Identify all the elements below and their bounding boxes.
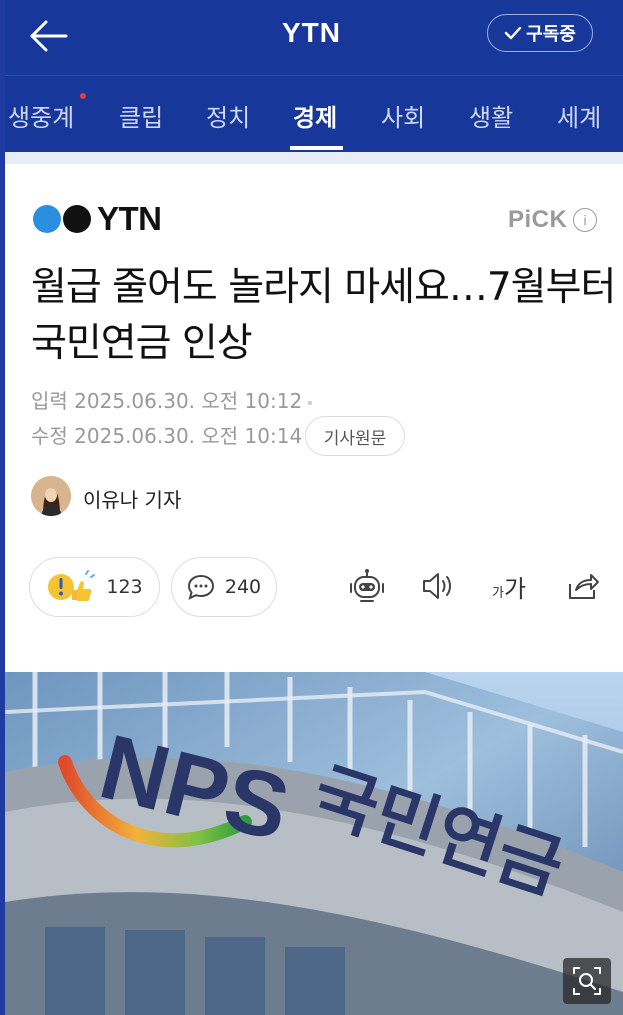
publisher-name: YTN	[97, 200, 162, 237]
font-size-button[interactable]: 가가	[489, 566, 529, 606]
pick-label: PiCK	[508, 206, 568, 233]
ai-summary-button[interactable]	[347, 566, 387, 606]
tab-live[interactable]: 생중계	[8, 98, 74, 133]
tab-life[interactable]: 생활	[469, 98, 513, 133]
comment-button[interactable]: 240	[171, 557, 277, 617]
reporter-name[interactable]: 이유나 기자	[83, 484, 181, 513]
info-icon: i	[573, 208, 598, 232]
publisher-logo[interactable]: YTN	[33, 200, 162, 237]
checkmark-icon	[504, 26, 522, 40]
tab-clip[interactable]: 클립	[119, 98, 163, 133]
tab-economy[interactable]: 경제	[293, 98, 337, 133]
original-article-button[interactable]: 기사원문	[305, 416, 405, 456]
input-time: 2025.06.30. 오전 10:12	[74, 389, 303, 413]
comment-count: 240	[224, 576, 262, 598]
input-time-line: 입력 2025.06.30. 오전 10:12	[31, 385, 313, 414]
article-headline: 월급 줄어도 놀라지 마세요…7월부터 국민연금 인상	[31, 265, 616, 366]
logo-black-dot	[63, 205, 91, 233]
edit-time: 2025.06.30. 오전 10:14	[74, 424, 303, 448]
input-label: 입력	[31, 389, 68, 413]
robot-icon	[350, 569, 384, 602]
person-photo-icon	[31, 476, 71, 516]
tab-politics[interactable]: 정치	[206, 98, 250, 133]
share-icon	[569, 574, 599, 599]
image-zoom-button[interactable]	[563, 958, 611, 1004]
reaction-button[interactable]: 123	[29, 557, 160, 617]
speaker-icon	[423, 573, 451, 599]
nps-building-image: NPS 국민연금	[5, 672, 623, 1015]
tab-world[interactable]: 세계	[557, 98, 601, 133]
edit-label: 수정	[31, 424, 68, 448]
category-tabs: 생중계 클립 정치 경제 사회 생활 세계	[0, 75, 623, 152]
subscribe-button[interactable]: 구독중	[487, 14, 593, 52]
article-card: YTN PiCK i 월급 줄어도 놀라지 마세요…7월부터 국민연금 인상 입…	[5, 164, 623, 672]
share-button[interactable]	[563, 566, 603, 606]
subscribe-label: 구독중	[526, 24, 576, 45]
top-app-bar: YTN 구독중	[0, 0, 623, 75]
reporter-avatar[interactable]	[31, 476, 71, 516]
tab-society[interactable]: 사회	[381, 98, 425, 133]
meta-separator-dot	[308, 400, 313, 405]
logo-blue-dot	[33, 205, 61, 233]
font-size-icon: 가가	[491, 574, 527, 603]
window-edge	[0, 0, 5, 1015]
reaction-emoji-icon	[48, 570, 96, 601]
zoom-icon	[573, 967, 601, 995]
edit-time-line: 수정 2025.06.30. 오전 10:14	[31, 420, 302, 449]
article-photo[interactable]: NPS 국민연금	[5, 672, 623, 1015]
live-indicator-dot	[80, 93, 86, 99]
active-tab-indicator	[290, 146, 343, 150]
text-to-speech-button[interactable]	[418, 566, 458, 606]
comment-bubble-icon	[187, 574, 214, 600]
pick-badge[interactable]: PiCK i	[508, 206, 598, 234]
app-screen: YTN 구독중 생중계 클립 정치 경제 사회 생활 세계 YTN PiCK i…	[0, 0, 623, 1015]
reaction-count: 123	[106, 576, 143, 598]
